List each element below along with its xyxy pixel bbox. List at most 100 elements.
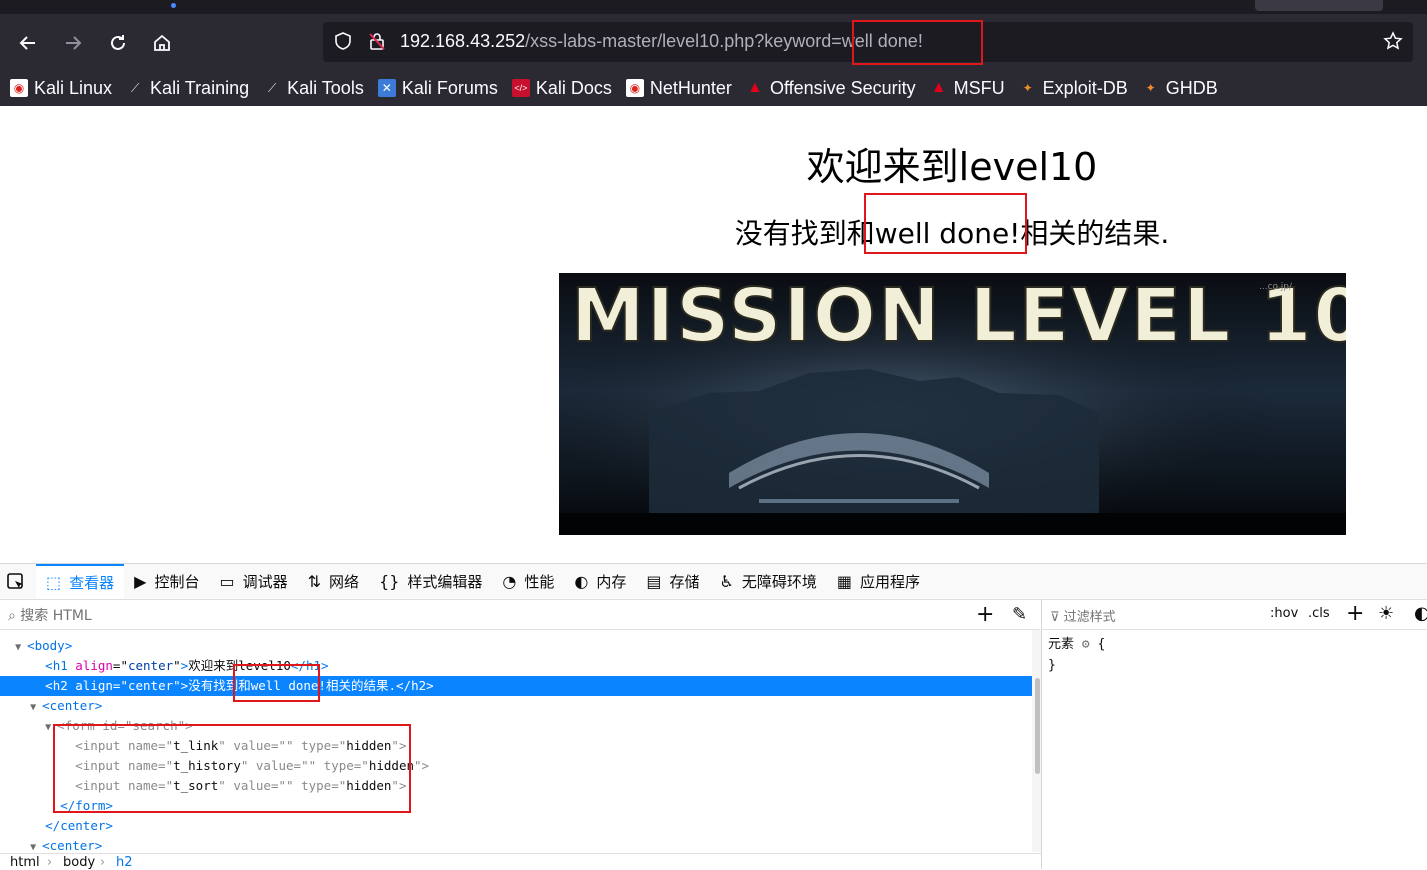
tree-node-input[interactable]: <input name="t_link" value="" type="hidd… [0, 736, 1032, 756]
bookmark-star-icon[interactable] [1383, 31, 1403, 56]
kali-forums-icon: ✕ [377, 79, 396, 97]
add-rule-button[interactable]: + [1346, 601, 1364, 626]
tab-application[interactable]: ▦ 应用程序 [827, 564, 930, 599]
tree-node-center-next[interactable]: ▼ <center> [0, 836, 1032, 852]
rules-view: 元素 ⚙ { } [1048, 634, 1105, 676]
eyedropper-icon[interactable]: ✎ [1012, 604, 1027, 625]
offsec-icon: ▲ [747, 79, 763, 96]
tree-node-form-close[interactable]: </form> [0, 796, 1032, 816]
filter-styles-placeholder: 过滤样式 [1063, 610, 1116, 625]
bookmark-label: Kali Linux [34, 77, 113, 98]
add-node-button[interactable]: + [976, 602, 994, 627]
bookmark-label: Exploit-DB [1042, 77, 1128, 98]
web-page: 欢迎来到level10 没有找到和well done!相关的结果. MISSIO… [0, 106, 1427, 563]
gear-icon[interactable]: ⚙ [1082, 637, 1090, 652]
filter-styles-input[interactable]: ⊽ 过滤样式 [1050, 606, 1116, 625]
tab-style-editor[interactable]: {} 样式编辑器 [369, 564, 492, 599]
insecure-lock-icon[interactable] [367, 31, 387, 56]
bookmark-exploit-db[interactable]: ✦ Exploit-DB [1019, 78, 1128, 99]
exploitdb-icon: ✦ [1022, 81, 1033, 95]
expand-twisty-icon[interactable]: ▼ [15, 638, 27, 658]
kali-icon: ◉ [625, 79, 644, 97]
bookmark-kali-training[interactable]: ⟋ Kali Training [126, 78, 249, 99]
tree-node-h2-selected[interactable]: <h2 align="center">没有找到和well done!相关的结果.… [0, 676, 1032, 696]
kali-icon: ◉ [10, 79, 28, 97]
bookmark-label: Offensive Security [769, 77, 916, 98]
bookmark-msfu[interactable]: ▲ MSFU [930, 78, 1005, 99]
shield-icon[interactable] [333, 31, 353, 56]
url-text[interactable]: 192.168.43.252/xss-labs-master/level10.p… [400, 31, 923, 52]
panel-splitter[interactable] [1041, 600, 1042, 869]
bookmark-label: Kali Forums [401, 77, 498, 98]
expand-twisty-icon[interactable]: ▼ [30, 838, 42, 852]
light-theme-icon[interactable]: ☀ [1378, 603, 1394, 624]
tab-console[interactable]: ▶ 控制台 [124, 564, 209, 599]
banner-title: MISSION LEVEL 10 [571, 273, 1346, 359]
window-control[interactable] [1255, 0, 1383, 11]
url-bar[interactable]: 192.168.43.252/xss-labs-master/level10.p… [323, 22, 1413, 62]
expand-twisty-icon[interactable]: ▼ [45, 718, 57, 738]
tree-node-center[interactable]: ▼ <center> [0, 696, 1032, 716]
debugger-icon: ▭ [219, 572, 235, 591]
tree-node-input[interactable]: <input name="t_history" value="" type="h… [0, 756, 1032, 776]
storage-icon: ▤ [646, 572, 662, 591]
hov-toggle[interactable]: :hov [1270, 606, 1298, 621]
url-host: 192.168.43.252 [400, 31, 526, 51]
element-picker-icon [7, 572, 23, 589]
bookmark-kali-forums[interactable]: ✕ Kali Forums [377, 77, 498, 99]
bookmark-label: NetHunter [649, 77, 732, 98]
tab-label: 内存 [596, 573, 627, 591]
bookmark-kali-linux[interactable]: ◉ Kali Linux [10, 78, 112, 99]
element-rule-selector: 元素 [1048, 637, 1075, 652]
cls-toggle[interactable]: .cls [1308, 606, 1330, 621]
tree-node-center-close[interactable]: </center> [0, 816, 1032, 836]
home-button[interactable] [147, 28, 177, 58]
tab-accessibility[interactable]: ♿ 无障碍环境 [710, 564, 827, 599]
tab-label: 无障碍环境 [741, 573, 817, 591]
kali-dragon-icon: ⟋ [267, 80, 277, 95]
reload-icon [111, 35, 125, 50]
html-search-input[interactable]: ⌕ 搜索 HTML [8, 605, 92, 625]
tree-node-form[interactable]: ▼ <form id="search"> [0, 716, 1032, 736]
style-editor-icon: {} [379, 572, 400, 591]
reload-button[interactable] [103, 28, 133, 58]
bookmark-ghdb[interactable]: ✦ GHDB [1142, 78, 1218, 99]
tab-debugger[interactable]: ▭ 调试器 [209, 564, 297, 599]
bookmark-offensive-security[interactable]: ▲ Offensive Security [746, 78, 916, 99]
tab-label: 样式编辑器 [407, 573, 483, 591]
bookmark-kali-tools[interactable]: ⟋ Kali Tools [263, 78, 364, 99]
tab-label: 控制台 [154, 573, 200, 591]
inspector-icon: ⬚ [46, 573, 62, 592]
bookmark-kali-docs[interactable]: </> Kali Docs [511, 77, 612, 99]
print-simulation-icon[interactable]: ◐ [1414, 603, 1427, 624]
element-rule[interactable]: 元素 ⚙ { [1048, 634, 1105, 655]
rule-open-brace: { [1097, 637, 1106, 652]
element-picker-button[interactable] [0, 564, 36, 599]
browser-chrome: 192.168.43.252/xss-labs-master/level10.p… [0, 0, 1427, 106]
tab-memory[interactable]: ◐ 内存 [564, 564, 636, 599]
tab-performance[interactable]: ◔ 性能 [492, 564, 564, 599]
forward-button[interactable] [58, 28, 88, 58]
bookmark-label: MSFU [953, 77, 1005, 98]
expand-twisty-icon[interactable]: ▼ [30, 698, 42, 718]
tab-storage[interactable]: ▤ 存储 [636, 564, 709, 599]
tree-node-h1[interactable]: <h1 align="center">欢迎来到level10</h1> [0, 656, 1032, 676]
network-icon: ⇅ [307, 572, 322, 591]
banner-watermark: ...co.jp/ [1259, 282, 1293, 292]
rules-toolbar: ⊽ 过滤样式 :hov .cls + ☀ ◐ [1042, 600, 1427, 630]
scrollbar-thumb[interactable] [1035, 678, 1040, 774]
bookmark-label: Kali Docs [535, 77, 612, 98]
bookmark-nethunter[interactable]: ◉ NetHunter [625, 77, 732, 99]
home-icon [154, 34, 170, 51]
tab-network[interactable]: ⇅ 网络 [298, 564, 369, 599]
tab-inspector[interactable]: ⬚ 查看器 [36, 564, 125, 599]
markup-tree: ▼ <body> <h1 align="center">欢迎来到level10</… [0, 630, 1032, 852]
offsec-icon: ▲ [930, 79, 947, 96]
html-search-bar: ⌕ 搜索 HTML + ✎ [0, 600, 1040, 630]
tree-node-input[interactable]: <input name="t_sort" value="" type="hidd… [0, 776, 1032, 796]
tree-node-body[interactable]: ▼ <body> [0, 636, 1032, 656]
url-path: /xss-labs-master/level10.php?keyword=wel… [525, 31, 923, 51]
bookmark-label: Kali Training [150, 77, 250, 98]
back-button[interactable] [13, 28, 43, 58]
bookmarks-toolbar: ◉ Kali Linux ⟋ Kali Training ⟋ Kali Tools ✕… [10, 74, 1232, 102]
